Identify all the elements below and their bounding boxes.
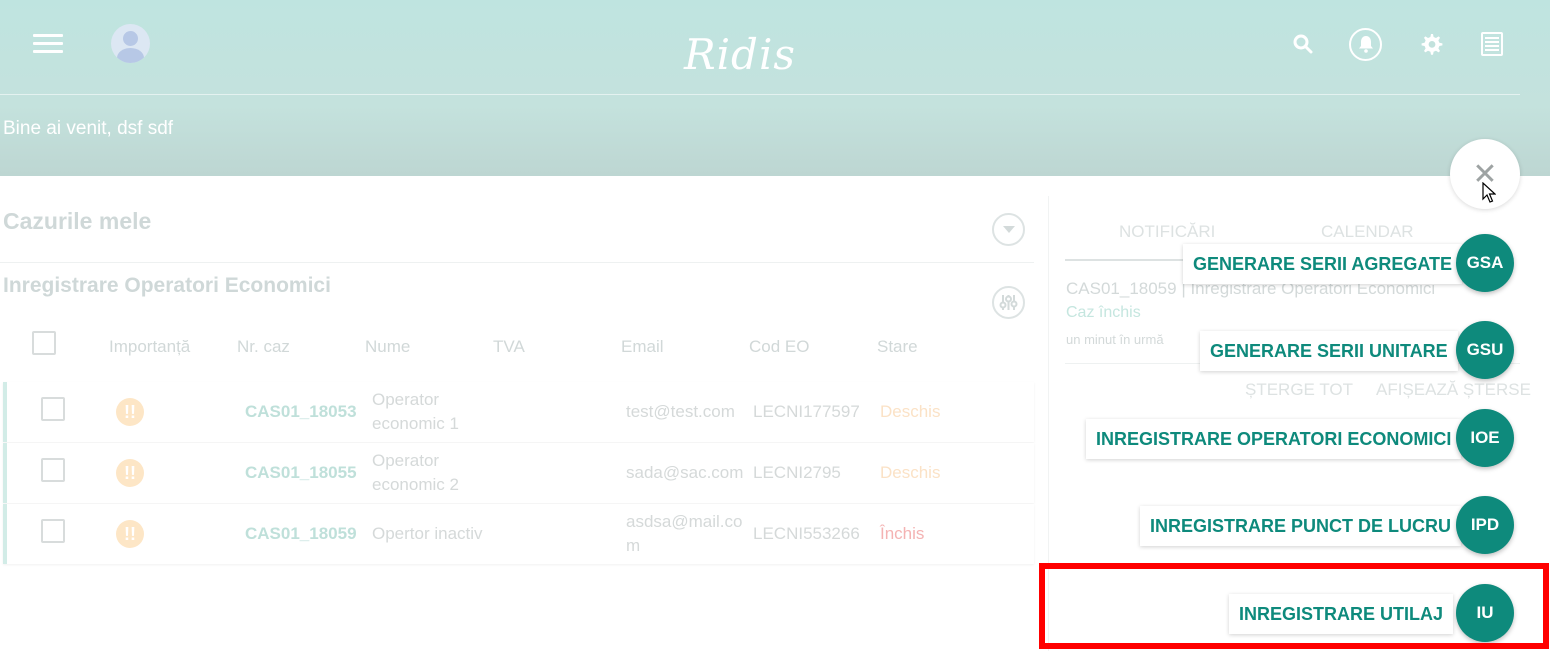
- case-email-line: sada@sac.com: [626, 463, 744, 482]
- case-name-line: economic 1: [372, 414, 459, 433]
- fab-gsa-button[interactable]: GSA: [1456, 234, 1514, 292]
- case-name: Operator economic 2: [372, 449, 459, 497]
- notification-time: un minut în urmă: [1066, 332, 1164, 347]
- tab-notifications[interactable]: NOTIFICĂRI: [1119, 222, 1215, 242]
- case-name-line: Opertor inactiv: [372, 524, 483, 543]
- select-all-checkbox[interactable]: [32, 331, 56, 355]
- fab-gsu-button[interactable]: GSU: [1456, 321, 1514, 379]
- app-header: Ridis Bine ai venit, dsf sdf: [0, 0, 1550, 176]
- importance-icon: !!: [116, 398, 144, 426]
- chevron-down-icon: [1002, 226, 1015, 233]
- avatar[interactable]: [111, 24, 150, 63]
- fab-label-ioe[interactable]: INREGISTRARE OPERATORI ECONOMICI: [1086, 419, 1462, 459]
- filter-settings-icon[interactable]: [992, 286, 1025, 319]
- fab-label-ipd[interactable]: INREGISTRARE PUNCT DE LUCRU: [1140, 506, 1462, 546]
- logo: Ridis: [684, 30, 796, 79]
- status-badge: Deschis: [880, 402, 941, 421]
- row-checkbox[interactable]: [41, 519, 65, 543]
- row-checkbox[interactable]: [41, 458, 65, 482]
- fab-label-gsu[interactable]: GENERARE SERII UNITARE: [1200, 331, 1458, 371]
- importance-icon: !!: [116, 520, 144, 548]
- bell-icon[interactable]: [1347, 27, 1384, 61]
- list-icon[interactable]: [1480, 28, 1504, 60]
- table-row[interactable]: !! CAS01_18059 Opertor inactiv asdsa@mai…: [3, 504, 1034, 564]
- menu-icon[interactable]: [33, 34, 63, 54]
- case-email-line: m: [626, 536, 641, 555]
- column-header-code[interactable]: Cod EO: [749, 337, 809, 357]
- row-checkbox[interactable]: [41, 397, 65, 421]
- header-divider: [0, 94, 1520, 95]
- highlight-box: [1039, 563, 1549, 649]
- search-icon[interactable]: [1290, 28, 1316, 60]
- table-row[interactable]: !! CAS01_18055 Operator economic 2 sada@s…: [3, 443, 1034, 503]
- case-email-line: test@test.com: [626, 402, 735, 421]
- case-name-line: Operator: [372, 451, 440, 470]
- delete-all-link[interactable]: ȘTERGE TOT: [1245, 380, 1353, 400]
- case-code: LECNI2795: [753, 463, 841, 482]
- cases-subtitle: Inregistrare Operatori Economici: [3, 274, 331, 297]
- fab-ioe-button[interactable]: IOE: [1456, 409, 1514, 467]
- case-name: Operator economic 1: [372, 388, 459, 436]
- status-badge: Închis: [880, 524, 925, 543]
- gear-icon[interactable]: [1418, 28, 1444, 60]
- case-number[interactable]: CAS01_18053: [245, 400, 357, 424]
- table-row[interactable]: !! CAS01_18053 Operator economic 1 test@t…: [3, 382, 1034, 442]
- case-name-line: Operator: [372, 390, 440, 409]
- collapse-button[interactable]: [992, 213, 1025, 246]
- divider: [0, 262, 1034, 263]
- column-header-case-no[interactable]: Nr. caz: [237, 337, 290, 357]
- importance-icon: !!: [116, 459, 144, 487]
- case-code: LECNI553266: [753, 524, 860, 543]
- case-name-line: economic 2: [372, 475, 459, 494]
- case-name: Opertor inactiv: [372, 522, 483, 546]
- welcome-text: Bine ai venit, dsf sdf: [3, 118, 174, 139]
- case-number[interactable]: CAS01_18059: [245, 522, 357, 546]
- case-email: asdsa@mail.co m: [626, 510, 742, 558]
- column-header-importance[interactable]: Importanță: [109, 337, 190, 357]
- status-badge: Deschis: [880, 463, 941, 482]
- tab-calendar[interactable]: CALENDAR: [1321, 222, 1414, 242]
- fab-ipd-button[interactable]: IPD: [1456, 496, 1514, 554]
- column-header-status[interactable]: Stare: [877, 337, 918, 357]
- case-number[interactable]: CAS01_18055: [245, 461, 357, 485]
- case-email: test@test.com: [626, 400, 735, 424]
- column-header-email[interactable]: Email: [621, 337, 664, 357]
- cases-title: Cazurile mele: [3, 208, 152, 234]
- column-header-name[interactable]: Nume: [365, 337, 410, 357]
- fab-label-gsa[interactable]: GENERARE SERII AGREGATE: [1183, 244, 1463, 284]
- column-header-tva[interactable]: TVA: [493, 337, 525, 357]
- case-code: LECNI177597: [753, 402, 860, 421]
- notification-status: Caz închis: [1066, 304, 1141, 321]
- case-email-line: asdsa@mail.co: [626, 512, 743, 531]
- show-deleted-link[interactable]: AFIȘEAZĂ ȘTERSE: [1376, 380, 1531, 400]
- mouse-cursor: [1482, 181, 1497, 209]
- case-email: sada@sac.com: [626, 461, 743, 485]
